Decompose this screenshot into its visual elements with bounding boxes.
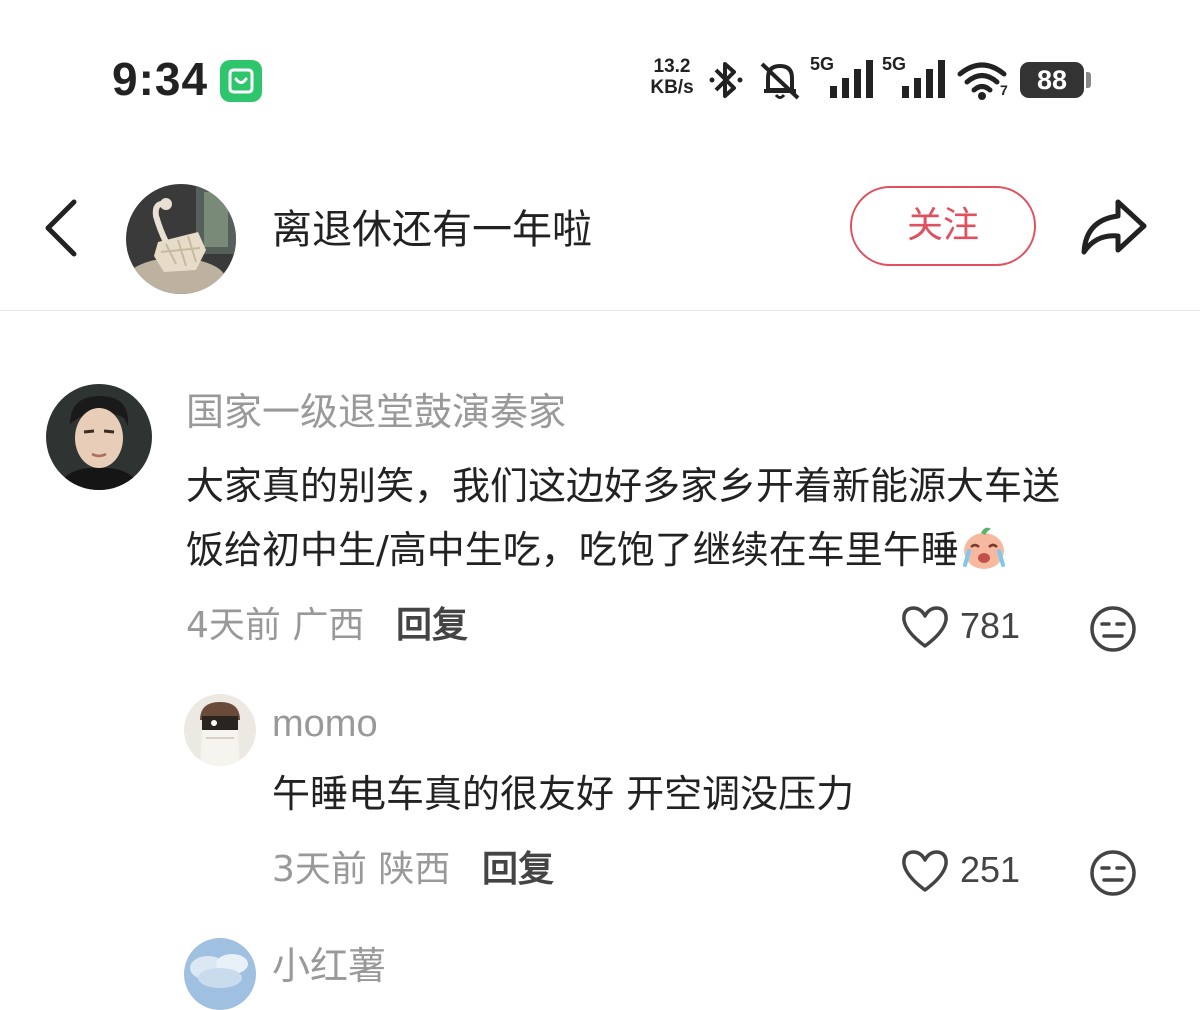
comment-location-2: 陕西 <box>378 849 451 890</box>
bluetooth-icon <box>709 62 743 98</box>
author-name[interactable]: 离退休还有一年啦 <box>272 202 592 258</box>
comment-text-line: 大家真的别笑，我们这边好多家乡开着新能源大车送 <box>186 464 1061 508</box>
like-count-2: 251 <box>960 849 1021 890</box>
like-button[interactable]: 781 <box>900 602 1030 652</box>
signal-icon-2: 5G <box>882 54 948 102</box>
comment-meta-2: 3天前 陕西 <box>272 848 450 892</box>
wifi-sub-label: 7 <box>1000 82 1008 98</box>
share-icon[interactable] <box>1078 194 1150 260</box>
note-header: 离退休还有一年啦 关注 <box>0 150 1200 311</box>
comment-time: 4天前 <box>186 605 281 646</box>
battery-tip <box>1086 72 1091 88</box>
net-speed: 13.2 KB/s <box>646 56 698 98</box>
follow-button[interactable]: 关注 <box>850 186 1036 266</box>
comment-meta: 4天前 广西 <box>186 604 364 648</box>
commenter-avatar-2[interactable] <box>184 694 256 766</box>
comment-text: 大家真的别笑，我们这边好多家乡开着新能源大车送 饭给初中生/高中生吃，吃饱了继续… <box>186 454 1176 582</box>
like-button-2[interactable]: 251 <box>900 846 1030 896</box>
comment-time-2: 3天前 <box>272 849 367 890</box>
author-avatar[interactable] <box>126 184 236 294</box>
dislike-face-icon-2[interactable] <box>1088 848 1138 898</box>
battery-icon: 88 <box>1020 62 1084 98</box>
comment-text-line-2: 饭给初中生/高中生吃，吃饱了继续在车里午睡 <box>186 518 1176 582</box>
mute-bell-icon <box>760 62 800 100</box>
commenter-avatar[interactable] <box>46 384 152 490</box>
heart-icon-2 <box>902 850 948 892</box>
like-count: 781 <box>960 605 1021 646</box>
back-arrow-icon[interactable] <box>38 196 88 260</box>
dislike-face-icon[interactable] <box>1088 604 1138 654</box>
status-bar: 9:34 13.2 KB/s 5G 5G 7 88 <box>0 0 1200 150</box>
signal-icon: 5G <box>810 54 876 102</box>
wifi-icon: 7 <box>956 58 1012 102</box>
reply-button-2[interactable]: 回复 <box>482 848 554 892</box>
comment-text-line-2-text: 饭给初中生/高中生吃，吃饱了继续在车里午睡 <box>186 528 959 572</box>
net-speed-value: 13.2 <box>653 56 691 77</box>
heart-icon <box>902 606 948 648</box>
net-speed-unit: KB/s <box>650 77 694 98</box>
crying-emoji-icon <box>962 527 1005 569</box>
status-time: 9:34 <box>112 53 209 105</box>
mi-home-icon <box>220 60 262 102</box>
comment-location: 广西 <box>292 605 365 646</box>
commenter-avatar-3[interactable] <box>184 938 256 1010</box>
reply-button[interactable]: 回复 <box>396 604 468 648</box>
commenter-name[interactable]: 国家一级退堂鼓演奏家 <box>186 388 566 436</box>
comment-text-2: 午睡电车真的很友好 开空调没压力 <box>272 772 855 816</box>
commenter-name-2[interactable]: momo <box>272 700 378 748</box>
commenter-name-3[interactable]: 小红薯 <box>272 942 386 990</box>
